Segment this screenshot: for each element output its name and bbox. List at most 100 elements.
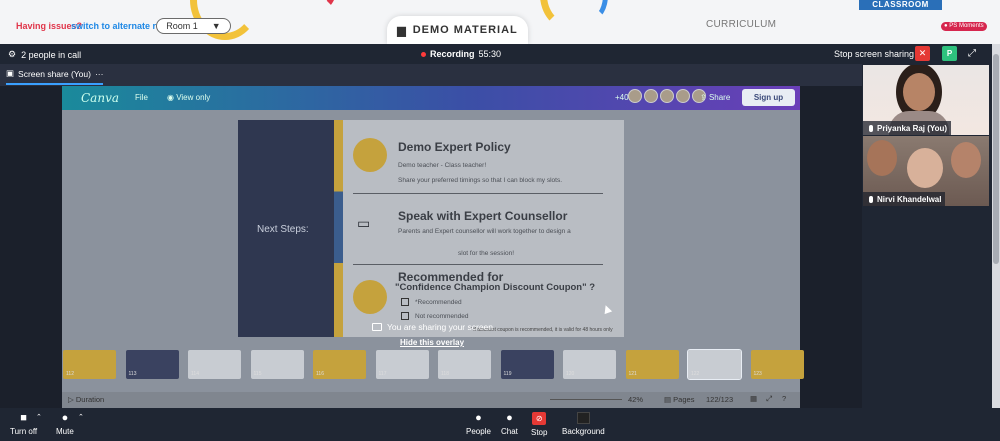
slide-heading-policy: Demo Expert Policy [398,140,511,154]
hide-overlay-link[interactable]: Hide this overlay [400,338,464,347]
slide-divider [353,193,603,194]
participant-face [907,148,943,188]
zoom-level: 42% [628,395,644,404]
mic-icon [869,195,873,203]
not-recommended-checkbox [401,312,409,320]
page-thumbnail[interactable]: 117 [375,350,429,379]
thumbnail-number: 116 [316,371,324,377]
scrollbar-thumb[interactable] [993,54,999,264]
camera-icon: ■ [20,412,27,424]
counsellor-icon: ▭ [357,215,371,231]
background-label: Background [562,427,605,436]
slide: Next Steps: Demo Expert Policy Demo teac… [238,120,624,337]
participant-name-tag: Priyanka Raj (You) [863,121,952,135]
ps-moments-label: PS Moments [949,23,984,29]
background-button[interactable]: Background [562,412,605,436]
canva-sign-up-button[interactable]: Sign up [742,89,795,106]
thumbnail-number: 121 [628,371,637,377]
page-thumbnail[interactable]: 121 [625,350,679,379]
page-thumbnail[interactable]: 113 [125,350,179,379]
recording-label: Recording [430,49,475,59]
ps-moments-badge[interactable]: ● PS Moments [941,22,987,31]
slide-text: Demo teacher - Class teacher! [398,162,487,169]
slide-color-strip [334,120,343,337]
room-select[interactable]: Room 1 ▼ [156,18,231,34]
fullscreen-icon[interactable]: ⤢ [766,394,772,404]
tab-demo-material-label: DEMO MATERIAL [412,24,518,36]
canva-view-only-label: View only [176,93,211,102]
canva-view-only[interactable]: ◉ View only [167,93,210,102]
shared-screen: Canva File ◉ View only +40 ⇪ Share Sign … [0,86,862,408]
canva-share-button[interactable]: ⇪ Share [700,93,730,102]
avatar [676,89,690,103]
people-count[interactable]: ⚙ 2 people in call [8,49,81,60]
page-thumbnail[interactable]: 119 [500,350,554,379]
stop-share-close-button[interactable]: ✕ [915,46,930,61]
chat-button[interactable]: ● Chat [501,412,518,436]
thumbnail-number: 119 [503,371,512,377]
participant-p-button[interactable]: P [942,46,957,61]
stop-button[interactable]: ⊘ Stop [531,412,547,437]
share-tab-strip: ▣ Screen share (You) ··· [0,64,862,86]
tab-screen-share-label: Screen share (You) [18,68,91,79]
slide-text: slot for the session! [458,250,514,257]
bottom-control-bar: ■ Turn off ⌃ ● Mute ⌃ ● People ● Chat ⊘ … [0,408,1000,441]
slide-text: Parents and Expert counsellor will work … [398,228,571,235]
page-thumbnail[interactable]: 122 [687,349,742,380]
thumbnail-number: 117 [378,371,387,377]
thumbnail-number: 118 [441,371,449,377]
caret-down-icon: ▼ [211,21,221,31]
camera-toggle-button[interactable]: ■ Turn off [10,412,37,436]
slide-heading-counsellor: Speak with Expert Counsellor [398,209,568,223]
video-tile-nirvi[interactable]: Nirvi Khandelwal [863,136,989,206]
page-thumbnail[interactable]: 115 [250,350,304,379]
page-thumbnail[interactable]: 114 [188,350,241,379]
grid-icon[interactable]: ▦ [750,394,757,403]
page-thumbnail[interactable]: 118 [438,350,491,379]
expand-icon[interactable]: ⤢ [968,48,976,59]
more-icon[interactable]: ··· [95,69,104,79]
page-thumbnails: 112 113 114 115 116 117 118 119 120 121 122 123 [62,348,804,382]
sharing-overlay-message: You are sharing your screen [372,322,493,332]
mute-button[interactable]: ● Mute [56,412,74,436]
slide-left-panel: Next Steps: [238,120,334,337]
help-icon[interactable]: ? [782,394,786,403]
zoom-slider[interactable] [550,399,622,400]
screen-share-icon [372,323,382,331]
avatar [644,89,658,103]
tab-demo-material[interactable]: ▆ DEMO MATERIAL [387,16,528,44]
stop-screen-sharing-label: Stop screen sharing [834,49,915,59]
tab-screen-share[interactable]: ▣ Screen share (You) ··· [6,68,104,85]
people-button[interactable]: ● People [466,412,491,436]
pages-button[interactable]: ▤ Pages [664,395,694,404]
gear-icon[interactable]: ⚙ [8,49,16,60]
classroom-label[interactable]: CLASSROOM [859,0,942,10]
stop-label: Stop [531,428,548,437]
page-scrollbar[interactable] [992,44,1000,408]
participant-name: Nirvi Khandelwal [877,194,942,204]
canva-logo: Canva [81,91,119,105]
people-icon: ● [475,412,482,424]
video-tile-priyanka[interactable]: Priyanka Raj (You) [863,65,989,135]
participant-face [903,73,935,111]
mic-options-icon[interactable]: ⌃ [78,413,84,421]
avatar [660,89,674,103]
decor-arc-2 [298,0,338,12]
page-thumbnail[interactable]: 123 [750,350,804,379]
thumbnail-number: 120 [566,371,575,377]
canva-file-menu[interactable]: File [135,93,148,102]
thumbnail-number: 113 [128,371,137,377]
collaborator-avatars [628,89,706,103]
recording-time: 55:30 [478,49,502,59]
page-thumbnail[interactable]: 116 [313,350,366,379]
room-select-value: Room 1 [166,21,198,31]
page-thumbnail[interactable]: 120 [563,350,616,379]
avatar [628,89,642,103]
tab-curriculum[interactable]: CURRICULUM [706,19,776,30]
canva-toolbar: Canva File ◉ View only +40 ⇪ Share Sign … [62,86,800,110]
page-thumbnail[interactable]: 112 [63,350,116,379]
camera-options-icon[interactable]: ⌃ [36,413,42,421]
mute-label: Mute [56,427,74,436]
duration-button[interactable]: ▷ Duration [68,395,104,404]
people-count-label: 2 people in call [21,49,82,60]
